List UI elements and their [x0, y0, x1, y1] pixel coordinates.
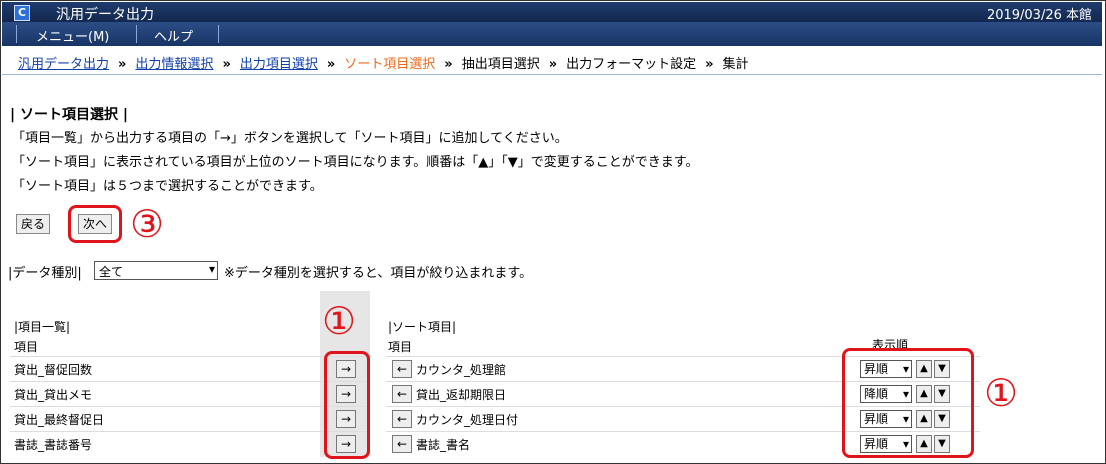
item-list-row: 書誌_書誌番号 → — [10, 431, 370, 456]
sort-item-name: 書誌_書名 — [416, 438, 471, 452]
breadcrumb-step-3[interactable]: 出力項目選択 — [240, 57, 318, 72]
item-list-label: |項目一覧| — [14, 320, 71, 334]
sort-controls-highlight — [842, 348, 974, 458]
app-logo-icon: C — [14, 5, 30, 21]
breadcrumb-current-step: ソート項目選択 — [344, 57, 436, 72]
breadcrumb: 汎用データ出力 » 出力情報選択 » 出力項目選択 » ソート項目選択 » 抽出項目選択 » 出力フ… — [18, 53, 749, 72]
menu-separator — [16, 25, 17, 43]
instruction-line-2: 「ソート項目」に表示されている項目が上位のソート項目になります。順番は「▲」「▼… — [12, 155, 699, 170]
sort-item-name: カウンタ_処理日付 — [416, 413, 519, 427]
breadcrumb-separator: » — [548, 57, 558, 72]
data-type-value: 全て — [99, 265, 124, 279]
breadcrumb-step-6: 出力フォーマット設定 — [566, 57, 697, 72]
breadcrumb-separator: » — [705, 57, 714, 72]
item-list-row: 貸出_貸出メモ → — [10, 381, 370, 406]
annotation-circle-1-right: ① — [984, 371, 1019, 415]
remove-arrow-button[interactable]: ← — [392, 410, 412, 428]
menu-separator — [218, 25, 219, 43]
sort-item-name: 貸出_返却期限日 — [416, 388, 507, 402]
menu-item-menu[interactable]: メニュー(M) — [36, 26, 109, 45]
item-name: 書誌_書誌番号 — [14, 438, 93, 452]
breadcrumb-bar: 汎用データ出力 » 出力情報選択 » 出力項目選択 » ソート項目選択 » 抽出項目選択 » 出力フ… — [2, 46, 1102, 75]
back-button[interactable]: 戻る — [16, 214, 51, 234]
breadcrumb-step-2[interactable]: 出力情報選択 — [135, 57, 213, 72]
breadcrumb-separator: » — [118, 57, 127, 72]
window-title: 汎用データ出力 — [56, 7, 154, 23]
menu-bar: メニュー(M) ヘルプ — [2, 22, 1102, 46]
item-name: 貸出_貸出メモ — [14, 388, 93, 402]
item-list-row: 貸出_督促回数 → — [10, 356, 370, 381]
menu-item-help[interactable]: ヘルプ — [154, 26, 193, 45]
breadcrumb-step-1[interactable]: 汎用データ出力 — [18, 57, 109, 72]
breadcrumb-step-5: 抽出項目選択 — [461, 57, 540, 72]
sort-item-name: カウンタ_処理館 — [416, 363, 507, 377]
breadcrumb-separator: » — [222, 57, 231, 72]
menu-separator — [136, 25, 137, 43]
page-title: | ソート項目選択 | — [10, 107, 128, 123]
breadcrumb-step-7: 集計 — [722, 57, 749, 72]
remove-arrow-button[interactable]: ← — [392, 385, 412, 403]
item-list-header: 項目 — [14, 340, 39, 354]
data-type-select[interactable]: 全て ▾ — [94, 261, 218, 280]
instruction-line-3: 「ソート項目」は５つまで選択することができます。 — [12, 179, 323, 194]
next-button-highlight — [68, 205, 122, 243]
instruction-line-1: 「項目一覧」から出力する項目の「→」ボタンを選択して「ソート項目」に追加してくだ… — [12, 131, 568, 146]
title-bar: C 汎用データ出力 2019/03/26 本館 — [2, 2, 1102, 23]
remove-arrow-button[interactable]: ← — [392, 360, 412, 378]
data-type-note: ※データ種別を選択すると、項目が絞り込まれます。 — [224, 266, 533, 281]
remove-arrow-button[interactable]: ← — [392, 435, 412, 453]
data-type-label: |データ種別| — [8, 266, 82, 281]
chevron-down-icon: ▾ — [208, 262, 215, 276]
add-buttons-highlight — [324, 351, 370, 459]
sort-list-header: 項目 — [388, 340, 413, 354]
date-location: 2019/03/26 本館 — [986, 8, 1092, 23]
item-name: 貸出_最終督促日 — [14, 413, 105, 427]
annotation-circle-3: ③ — [130, 202, 165, 246]
breadcrumb-separator: » — [326, 57, 336, 72]
breadcrumb-separator: » — [444, 57, 453, 72]
sort-list-label: |ソート項目| — [388, 320, 457, 334]
annotation-circle-1-left: ① — [322, 299, 357, 343]
item-list-row: 貸出_最終督促日 → — [10, 406, 370, 431]
item-name: 貸出_督促回数 — [14, 363, 93, 377]
